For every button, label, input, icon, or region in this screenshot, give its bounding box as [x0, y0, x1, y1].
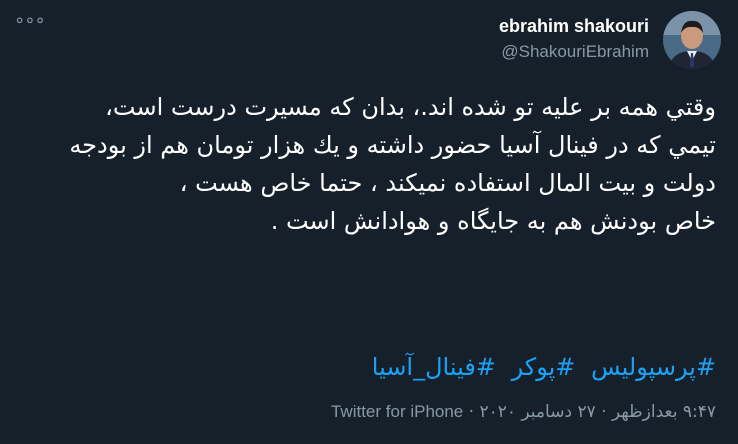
hashtag-asia-final[interactable]: #فینال_آسیا — [372, 353, 496, 381]
tweet-line: وقتي همه بر عليه تو شده اند.، بدان كه مس… — [105, 93, 716, 121]
tweet-date[interactable]: ۲۷ دسامبر ۲۰۲۰ — [479, 402, 595, 422]
tweet-metadata: ۹:۴۷ بعدازظهر · ۲۷ دسامبر ۲۰۲۰ · Twitter… — [331, 402, 716, 422]
author-name[interactable]: ebrahim shakouri — [499, 16, 649, 37]
more-options-icon[interactable]: ∘∘∘ — [14, 10, 46, 31]
tweet-source[interactable]: Twitter for iPhone — [331, 402, 463, 421]
hashtag-persepolis[interactable]: #پرسپولیس — [591, 353, 716, 381]
hashtag-list: #پرسپولیس #پوکر #فینال_آسیا — [364, 348, 716, 386]
tweet-card: ∘∘∘ ebrahim shakouri @ShakouriEbrahim وق… — [0, 0, 738, 444]
avatar-image — [663, 11, 721, 69]
meta-separator: · — [468, 402, 475, 422]
tweet-time[interactable]: ۹:۴۷ بعدازظهر — [612, 402, 716, 422]
avatar[interactable] — [663, 11, 721, 69]
tweet-text: وقتي همه بر عليه تو شده اند.، بدان كه مس… — [36, 88, 716, 240]
meta-separator: · — [601, 402, 607, 422]
hashtag-poker[interactable]: #پوکر — [512, 353, 576, 381]
author-handle[interactable]: @ShakouriEbrahim — [501, 42, 649, 62]
tweet-line: تيمي كه در فينال آسيا حضور داشته و يك هز… — [69, 131, 716, 197]
tweet-line: خاص بودنش هم به جايگاه و هوادانش است . — [270, 207, 716, 235]
